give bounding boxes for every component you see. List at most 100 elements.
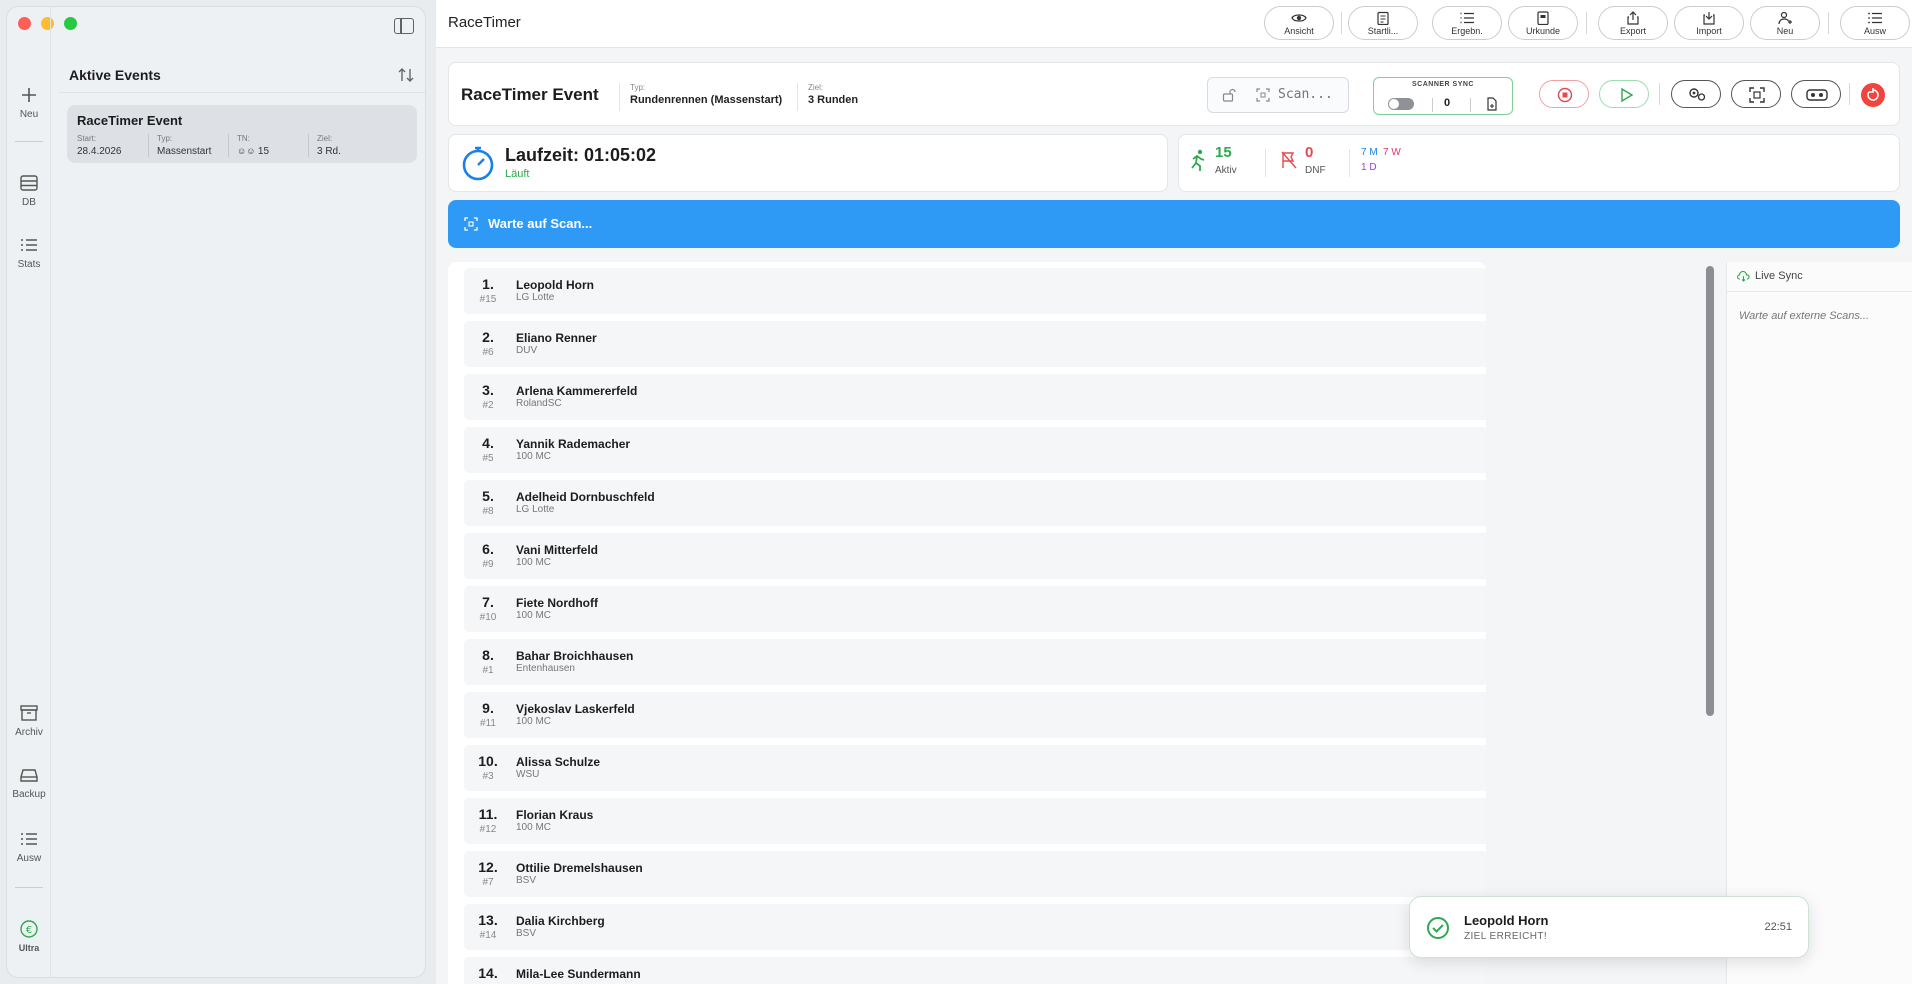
result-row[interactable]: 14.Mila-Lee Sundermann--:--0Runden — [464, 957, 1486, 984]
rail-stats-button[interactable]: Stats — [7, 235, 51, 270]
scan-status-text: Warte auf Scan... — [488, 216, 593, 231]
position: 7. — [482, 594, 494, 610]
rail-ausw-label: Ausw — [16, 853, 42, 864]
result-row[interactable]: 2.#6Eliano RennerDUV22.400 km01:02:4500:… — [464, 321, 1486, 367]
result-row[interactable]: 12.#7Ottilie DremelshausenBSV0.000 km--:… — [464, 851, 1486, 897]
club-name: WSU — [516, 769, 540, 780]
live-sync-empty: Warte auf externe Scans... — [1739, 310, 1870, 322]
stopwatch-icon — [462, 146, 494, 181]
unlock-icon[interactable] — [1222, 88, 1236, 102]
events-title: Aktive Events — [69, 66, 161, 83]
rail-divider — [15, 141, 43, 142]
result-row[interactable]: 4.#5Yannik Rademacher100 MC11.200 km01:0… — [464, 427, 1486, 473]
result-row[interactable]: 3.#2Arlena KammererfeldRolandSC11.200 km… — [464, 374, 1486, 420]
reset-button[interactable] — [1861, 83, 1885, 107]
rail-db-button[interactable]: DB — [7, 173, 51, 208]
gears-icon — [1689, 88, 1706, 101]
controls-divider — [1849, 83, 1850, 105]
club-name: 100 MC — [516, 610, 552, 621]
scanner-sync-toggle[interactable] — [1388, 98, 1414, 110]
toolbar-export-button[interactable]: Export — [1598, 6, 1668, 40]
app-title: RaceTimer — [448, 14, 521, 31]
eye-icon — [1291, 14, 1307, 22]
result-row[interactable]: 7.#10Fiete Nordhoff100 MC11.200 km01:02:… — [464, 586, 1486, 632]
svg-text:€: € — [26, 925, 32, 936]
toolbar-neu-button[interactable]: Neu — [1750, 6, 1820, 40]
toolbar-startliste-button[interactable]: Startli... — [1348, 6, 1418, 40]
club-name: 100 MC — [516, 451, 552, 462]
rail-backup-button[interactable]: Backup — [7, 765, 51, 800]
position: 2. — [482, 329, 494, 345]
event-card-name: RaceTimer Event — [77, 113, 183, 128]
result-row[interactable]: 9.#11Vjekoslav Laskerfeld100 MC0.000 km-… — [464, 692, 1486, 738]
vr-view-button[interactable] — [1791, 80, 1841, 108]
runner-name: Alissa Schulze — [516, 755, 601, 769]
rail-ultra-button[interactable]: € Ultra — [7, 919, 51, 954]
club-name: BSV — [516, 928, 537, 939]
finish-toast[interactable]: Leopold Horn ZIEL ERREICHT! 22:51 — [1409, 896, 1809, 958]
sidebar-toggle-icon[interactable] — [394, 18, 414, 34]
sync-divider — [1432, 98, 1433, 112]
toolbar-urkunde-button[interactable]: Urkunde — [1508, 6, 1578, 40]
bib-number: #15 — [479, 294, 497, 305]
rail-stats-label: Stats — [17, 259, 41, 270]
database-icon — [20, 175, 38, 191]
position: 14. — [478, 965, 498, 981]
toolbar-ausw-button[interactable]: Ausw — [1840, 6, 1910, 40]
bib-number: #7 — [482, 877, 494, 888]
bib-number: #2 — [482, 400, 494, 411]
runner-name: Yannik Rademacher — [516, 437, 631, 451]
rail-backup-label: Backup — [12, 789, 46, 800]
sort-icon[interactable] — [397, 67, 415, 83]
scanner-button[interactable] — [1731, 80, 1781, 108]
result-row[interactable]: 13.#14Dalia KirchbergBSV0.000 km--:----:… — [464, 904, 1486, 950]
zoom-window-button[interactable] — [64, 17, 77, 30]
scanner-sync-label: SCANNER SYNC — [1411, 81, 1474, 88]
toolbar-ergebnisse-button[interactable]: Ergebn. — [1432, 6, 1502, 40]
female-count: 7 W — [1383, 147, 1401, 158]
toolbar-import-button[interactable]: Import — [1674, 6, 1744, 40]
rail-archive-button[interactable]: Archiv — [7, 703, 51, 738]
dnf-label: DNF — [1305, 165, 1326, 176]
rail-ausw-button[interactable]: Ausw — [7, 829, 51, 864]
flag-off-icon — [1281, 151, 1297, 169]
club-name: LG Lotte — [516, 292, 555, 303]
bib-number: #3 — [482, 771, 494, 782]
list-icon — [1868, 12, 1882, 24]
toolbar-ansicht-button[interactable]: Ansicht — [1264, 6, 1334, 40]
result-row[interactable]: 11.#12Florian Kraus100 MC0.000 km--:----… — [464, 798, 1486, 844]
result-row[interactable]: 6.#9Vani Mitterfeld100 MC11.200 km01:02:… — [464, 533, 1486, 579]
diverse-count: 1 D — [1361, 162, 1377, 173]
runner-name: Ottilie Dremelshausen — [516, 861, 643, 875]
event-type-label: Typ: — [157, 134, 173, 143]
result-row[interactable]: 5.#8Adelheid DornbuschfeldLG Lotte11.200… — [464, 480, 1486, 526]
toolbar-divider — [1586, 12, 1587, 34]
result-row[interactable]: 1.#15Leopold HornLG Lotte33.600 km01:02:… — [464, 268, 1486, 314]
scanner-sync-panel: SCANNER SYNC 0 — [1373, 77, 1513, 115]
runner-name: Adelheid Dornbuschfeld — [516, 490, 655, 504]
stop-icon — [1557, 87, 1573, 103]
scan-input[interactable] — [1278, 87, 1346, 102]
scan-icon — [1256, 88, 1270, 102]
events-header: Aktive Events — [59, 57, 425, 93]
event-goal: Ziel: 3 Rd. — [317, 134, 349, 157]
runner-name: Mila-Lee Sundermann — [516, 967, 641, 981]
position: 8. — [482, 647, 494, 663]
results-list[interactable]: 1.#15Leopold HornLG Lotte33.600 km01:02:… — [448, 262, 1486, 984]
event-card[interactable]: RaceTimer Event Start: 28.4.2026 Typ: Ma… — [67, 105, 417, 163]
event-name: RaceTimer Event — [461, 85, 599, 104]
results-scrollbar[interactable] — [1706, 266, 1714, 716]
active-count: 15 — [1215, 144, 1232, 161]
result-row[interactable]: 10.#3Alissa SchulzeWSU0.000 km--:----:--… — [464, 745, 1486, 791]
sidebar: Neu DB Stats Archiv Backup Ausw € Ultra — [6, 6, 426, 978]
result-row[interactable]: 8.#1Bahar BroichhausenEntenhausen11.200 … — [464, 639, 1486, 685]
start-button[interactable] — [1599, 80, 1649, 108]
club-name: 100 MC — [516, 716, 552, 727]
import-icon — [1703, 12, 1715, 25]
rail-new-button[interactable]: Neu — [7, 85, 51, 120]
document-sync-icon[interactable] — [1486, 97, 1498, 111]
bib-number: #6 — [482, 347, 494, 358]
toolbar-neu-label: Neu — [1776, 26, 1794, 36]
stop-button[interactable] — [1539, 80, 1589, 108]
settings-button[interactable] — [1671, 80, 1721, 108]
